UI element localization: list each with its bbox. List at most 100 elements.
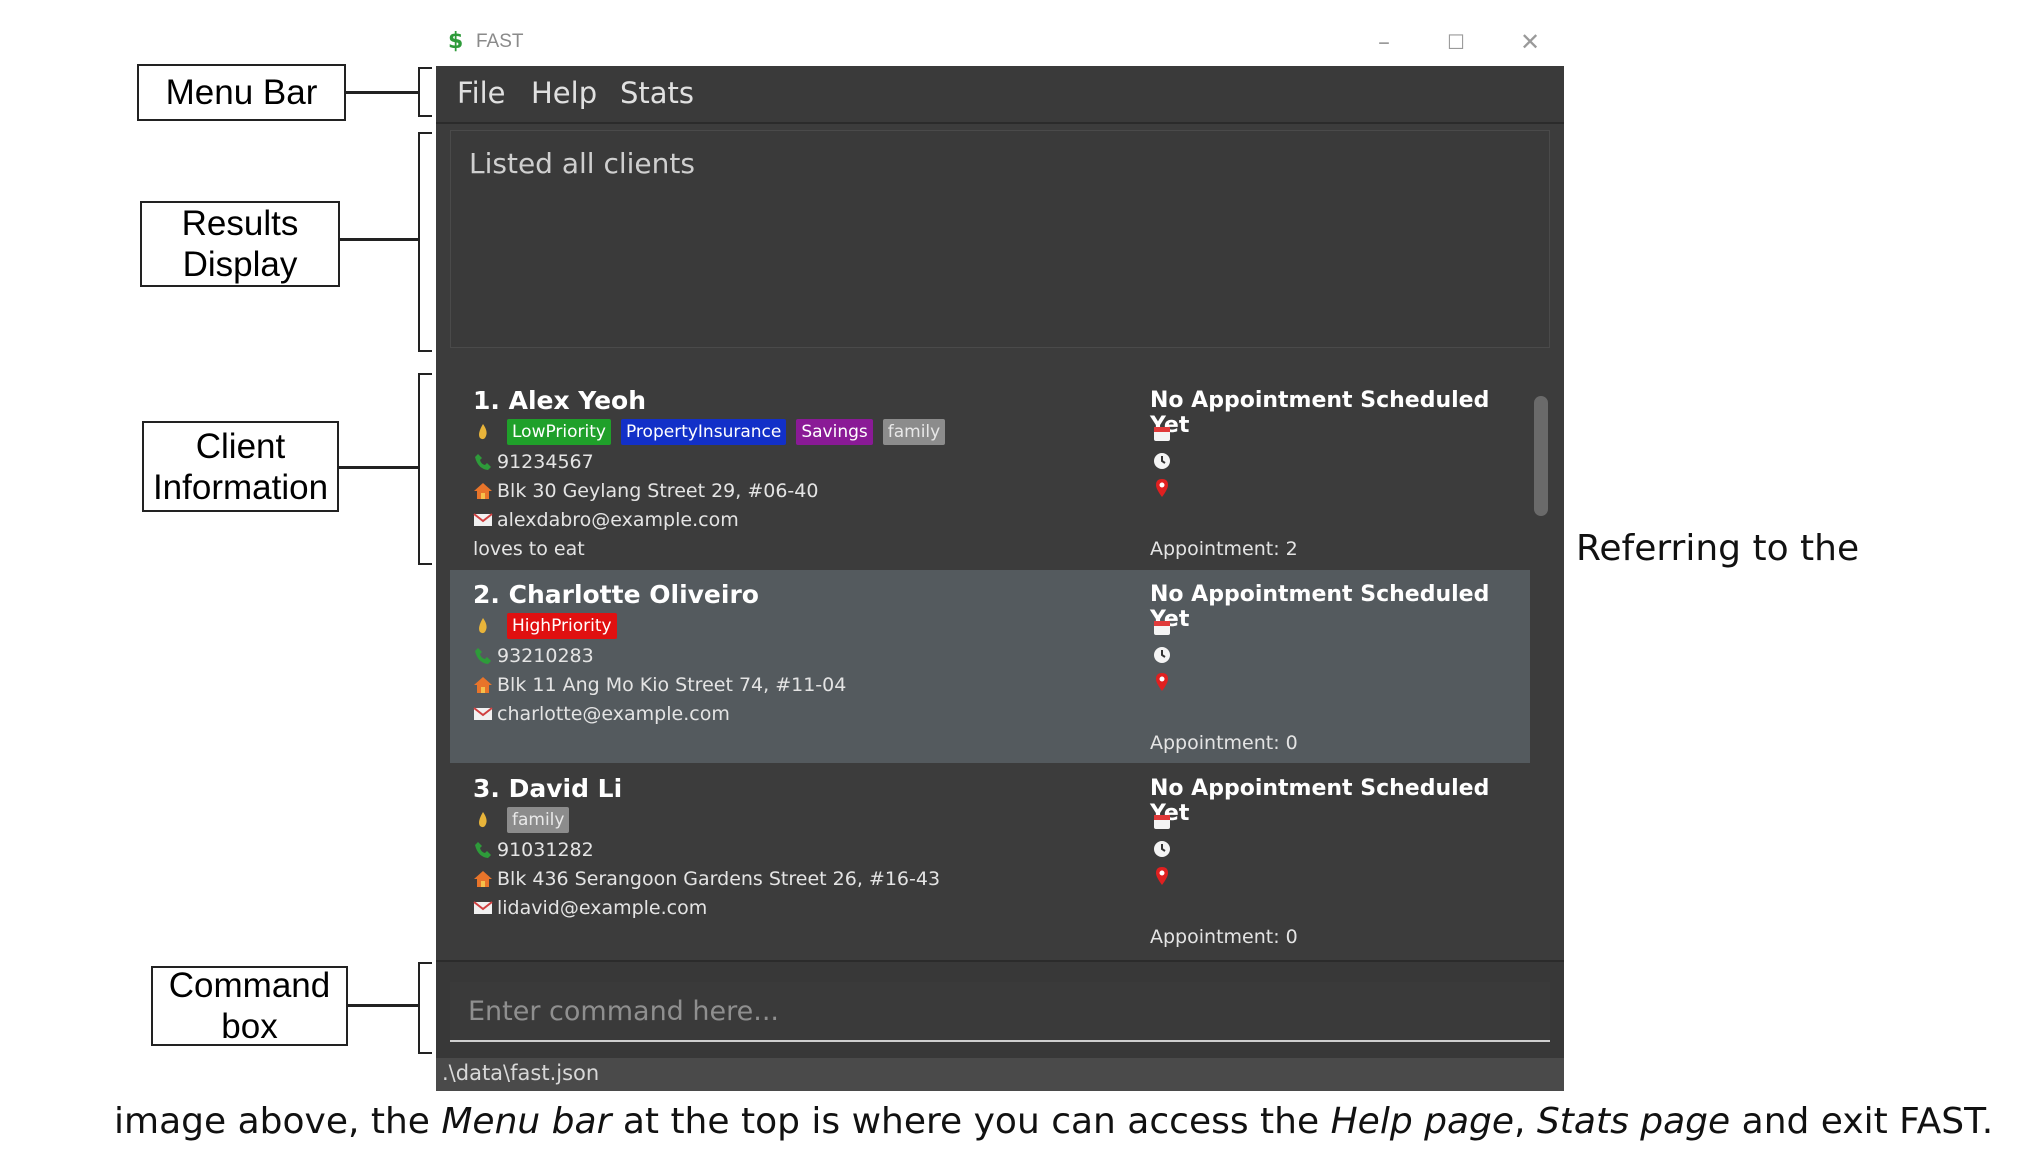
client-information-annotation: Client Information — [142, 421, 339, 512]
email-icon — [473, 704, 493, 724]
client-phone: 93210283 — [497, 645, 594, 667]
fast-app-window: $ FAST – ☐ ✕ File Help Stats Listed all … — [436, 18, 1564, 1091]
appointment-status: No Appointment Scheduled Yet — [1150, 388, 1490, 438]
menu-file[interactable]: File — [457, 76, 506, 110]
client-tags: family — [473, 806, 570, 834]
client-phone-row: 91031282 — [473, 836, 594, 864]
client-phone-row: 93210283 — [473, 642, 594, 670]
doc-bottom-part: and exit FAST. — [1730, 1101, 1994, 1142]
appointment-status: No Appointment Scheduled Yet — [1150, 776, 1490, 826]
results-display[interactable]: Listed all clients — [450, 130, 1550, 348]
phone-icon — [473, 840, 493, 860]
client-email-row: lidavid@example.com — [473, 894, 707, 922]
menu-bar-bracket — [418, 67, 432, 117]
doc-bottom-part: image above, the — [114, 1101, 442, 1142]
appointment-status: No Appointment Scheduled Yet — [1150, 582, 1490, 632]
house-icon — [473, 675, 493, 695]
command-input[interactable] — [450, 982, 1550, 1042]
calendar-icon — [1152, 423, 1172, 443]
client-address: Blk 30 Geylang Street 29, #06-40 — [497, 480, 819, 502]
menu-help[interactable]: Help — [531, 76, 597, 110]
results-display-bracket — [418, 132, 432, 352]
window-title: FAST — [476, 31, 524, 52]
client-tags: LowPriority PropertyInsurance Savings famil… — [473, 418, 946, 446]
menu-stats[interactable]: Stats — [620, 76, 694, 110]
client-information-line2: Information — [152, 467, 329, 507]
clock-icon — [1152, 645, 1172, 665]
tag-family: family — [882, 419, 946, 445]
command-box-annotation: Command box — [151, 966, 348, 1046]
doc-bottom-part: Stats page — [1536, 1101, 1731, 1142]
close-icon[interactable]: ✕ — [1510, 24, 1550, 60]
client-list-scrollbar[interactable] — [1530, 376, 1552, 966]
client-phone: 91234567 — [497, 451, 594, 473]
menu-bar-annotation: Menu Bar — [137, 64, 346, 121]
doc-side-text: Referring to the — [1576, 528, 1860, 569]
client-email: charlotte@example.com — [497, 703, 730, 725]
scroll-thumb[interactable] — [1534, 396, 1548, 516]
client-list[interactable]: 1. Alex Yeoh LowPriority PropertyInsurance… — [450, 376, 1530, 966]
command-box-bracket — [418, 962, 432, 1054]
command-box-annotation-label: Command box — [169, 965, 330, 1047]
tag-icon — [473, 810, 493, 830]
calendar-icon — [1152, 617, 1172, 637]
client-phone: 91031282 — [497, 839, 594, 861]
doc-bottom-part: at the top is where you can access the — [611, 1101, 1331, 1142]
doc-bottom-text: image above, the Menu bar at the top is … — [114, 1101, 1993, 1142]
client-card[interactable]: 3. David Li family 91031282 Blk 436 Serango… — [450, 764, 1530, 957]
minimize-icon[interactable]: – — [1364, 24, 1404, 60]
command-box-line2: box — [221, 1007, 278, 1046]
client-remark-row: loves to eat — [473, 535, 585, 563]
location-pin-icon — [1152, 478, 1172, 498]
client-name: 2. Charlotte Oliveiro — [473, 580, 759, 609]
client-address-row: Blk 30 Geylang Street 29, #06-40 — [473, 477, 818, 505]
client-email-row: alexdabro@example.com — [473, 506, 739, 534]
results-display-line2: Display — [182, 245, 298, 284]
doc-bottom-part: , — [1514, 1101, 1537, 1142]
client-email: lidavid@example.com — [497, 897, 708, 919]
results-display-line1: Results — [181, 204, 299, 243]
client-address: Blk 436 Serangoon Gardens Street 26, #16… — [497, 868, 941, 890]
tag-savings: Savings — [796, 419, 873, 445]
client-tags: HighPriority — [473, 612, 617, 640]
command-box-line1: Command — [168, 966, 331, 1005]
client-information-line1: Client — [195, 426, 286, 466]
tag-highpriority: HighPriority — [507, 613, 617, 639]
results-display-annotation: Results Display — [140, 201, 340, 287]
doc-bottom-part: Menu bar — [441, 1101, 612, 1142]
tag-icon — [473, 422, 493, 442]
client-address-row: Blk 436 Serangoon Gardens Street 26, #16… — [473, 865, 940, 893]
dollar-icon: $ — [448, 29, 464, 54]
client-card[interactable]: 2. Charlotte Oliveiro HighPriority 9321028… — [450, 570, 1530, 763]
phone-icon — [473, 646, 493, 666]
client-name: 1. Alex Yeoh — [473, 386, 647, 415]
client-card[interactable]: 1. Alex Yeoh LowPriority PropertyInsurance… — [450, 376, 1530, 569]
client-phone-row: 91234567 — [473, 448, 594, 476]
client-remark: loves to eat — [473, 538, 585, 560]
client-address: Blk 11 Ang Mo Kio Street 74, #11-04 — [497, 674, 847, 696]
phone-icon — [473, 452, 493, 472]
client-address-row: Blk 11 Ang Mo Kio Street 74, #11-04 — [473, 671, 846, 699]
client-name: 3. David Li — [473, 774, 623, 803]
client-email-row: charlotte@example.com — [473, 700, 730, 728]
client-information-connector — [339, 466, 418, 469]
results-display-connector — [340, 238, 418, 241]
maximize-icon[interactable]: ☐ — [1436, 24, 1476, 60]
email-icon — [473, 898, 493, 918]
house-icon — [473, 481, 493, 501]
location-pin-icon — [1152, 866, 1172, 886]
results-display-annotation-label: Results Display — [182, 203, 299, 285]
email-icon — [473, 510, 493, 530]
client-information-annotation-label: Client Information — [153, 426, 328, 508]
clock-icon — [1152, 839, 1172, 859]
menu-bar-connector — [346, 91, 418, 94]
appointment-count: Appointment: 0 — [1150, 926, 1298, 948]
tag-propertyinsurance: PropertyInsurance — [620, 419, 787, 445]
status-bar: .\data\fast.json — [436, 1058, 1564, 1091]
appointment-count: Appointment: 2 — [1150, 538, 1298, 560]
results-text: Listed all clients — [469, 147, 695, 180]
tag-icon — [473, 616, 493, 636]
menu-bar: File Help Stats — [436, 66, 1564, 124]
appointment-count: Appointment: 0 — [1150, 732, 1298, 754]
clock-icon — [1152, 451, 1172, 471]
